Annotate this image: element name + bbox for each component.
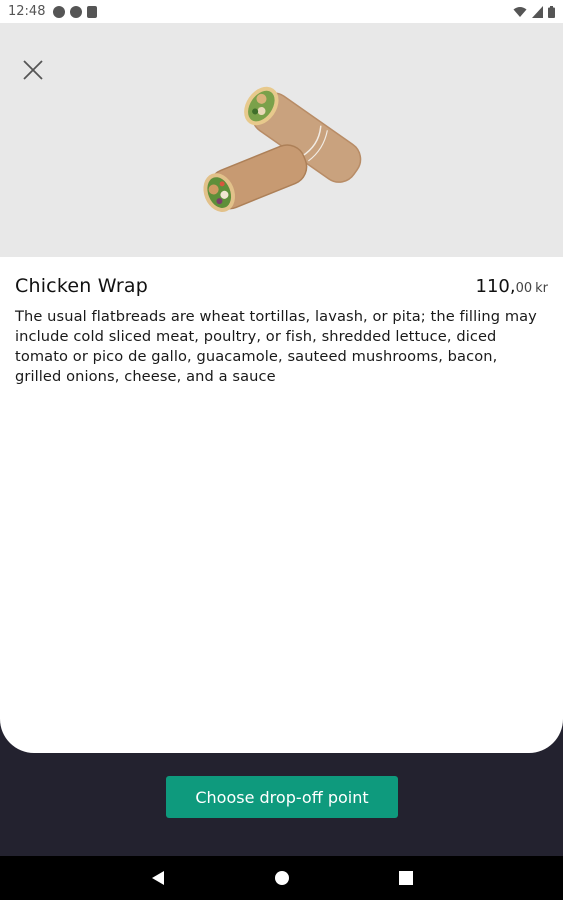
wifi-icon [513,6,527,17]
title-row: Chicken Wrap 110,00 kr [15,275,548,297]
recents-button[interactable] [394,866,418,890]
product-title: Chicken Wrap [15,275,148,297]
a-circle-icon [53,5,66,18]
status-time: 12:48 [8,4,46,19]
close-button[interactable] [16,53,50,87]
status-right-icons [513,5,555,18]
chicken-wrap-image [203,86,362,212]
back-button[interactable] [146,866,170,890]
product-price: 110,00 kr [476,276,549,297]
home-icon [274,871,289,885]
status-bar: 12:48 [0,0,563,23]
signal-icon [532,5,543,18]
price-currency: kr [535,281,548,296]
home-button[interactable] [270,866,294,890]
g-circle-icon [70,5,83,18]
price-decimal: 00 [515,281,533,296]
product-sheet: Chicken Wrap 110,00 kr The usual flatbrea… [0,23,563,753]
close-icon [23,60,43,80]
battery-icon [548,5,555,18]
product-details: Chicken Wrap 110,00 kr The usual flatbrea… [0,257,563,387]
product-description: The usual flatbreads are wheat tortillas… [15,308,537,385]
sim-card-icon [87,5,98,18]
system-nav-bar [0,856,563,900]
price-whole: 110, [475,276,516,297]
choose-drop-off-point-button[interactable]: Choose drop-off point [166,776,398,818]
back-icon [151,871,164,885]
recents-icon [398,871,413,885]
product-hero [0,23,563,257]
